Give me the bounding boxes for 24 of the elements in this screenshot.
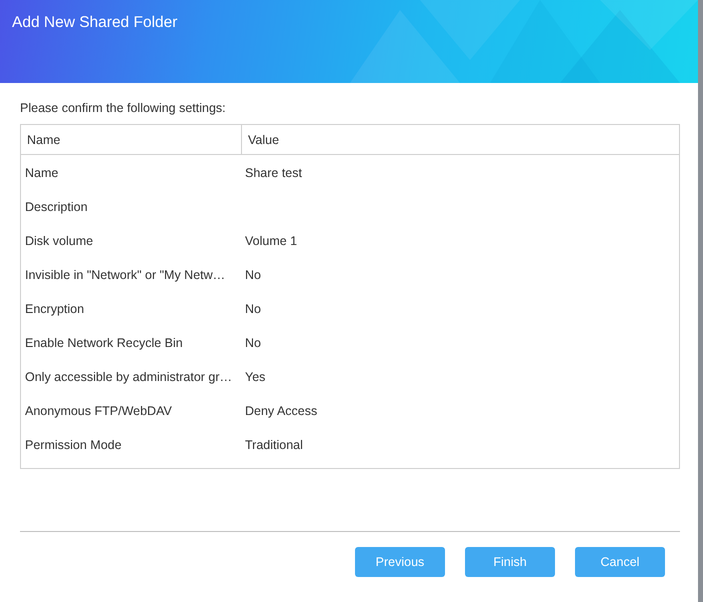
cancel-button[interactable]: Cancel (575, 547, 665, 577)
table-cell-text: No (244, 336, 262, 350)
table-cell-text: Traditional (244, 438, 304, 452)
table-cell-text: Name (24, 166, 60, 180)
table-cell-text: Encryption (24, 302, 86, 316)
finish-button[interactable]: Finish (465, 547, 555, 577)
table-cell-text: Yes (244, 370, 266, 384)
table-cell-text: Only accessible by administrator gr… (24, 370, 234, 384)
table-cell-text: No (244, 268, 262, 282)
table-cell-text: Volume 1 (244, 234, 298, 248)
table-cell-text: Invisible in "Network" or "My Netw… (24, 268, 226, 282)
table-cell-text: Enable Network Recycle Bin (24, 336, 184, 350)
table-cell-text: Anonymous FTP/WebDAV (24, 404, 173, 418)
instruction-text: Please confirm the following settings: (20, 101, 227, 115)
table-cell-text: Share test (244, 166, 303, 180)
window-title: Add New Shared Folder (12, 14, 178, 32)
table-cell-text: Disk volume (24, 234, 94, 248)
previous-button[interactable]: Previous (355, 547, 445, 577)
table-cell-text: Description (24, 200, 89, 214)
table-cell-text: Permission Mode (24, 438, 123, 452)
column-header: Value (241, 125, 679, 154)
table-cell-text: Deny Access (244, 404, 318, 418)
column-header: Name (26, 132, 62, 148)
table-cell-text: No (244, 302, 262, 316)
